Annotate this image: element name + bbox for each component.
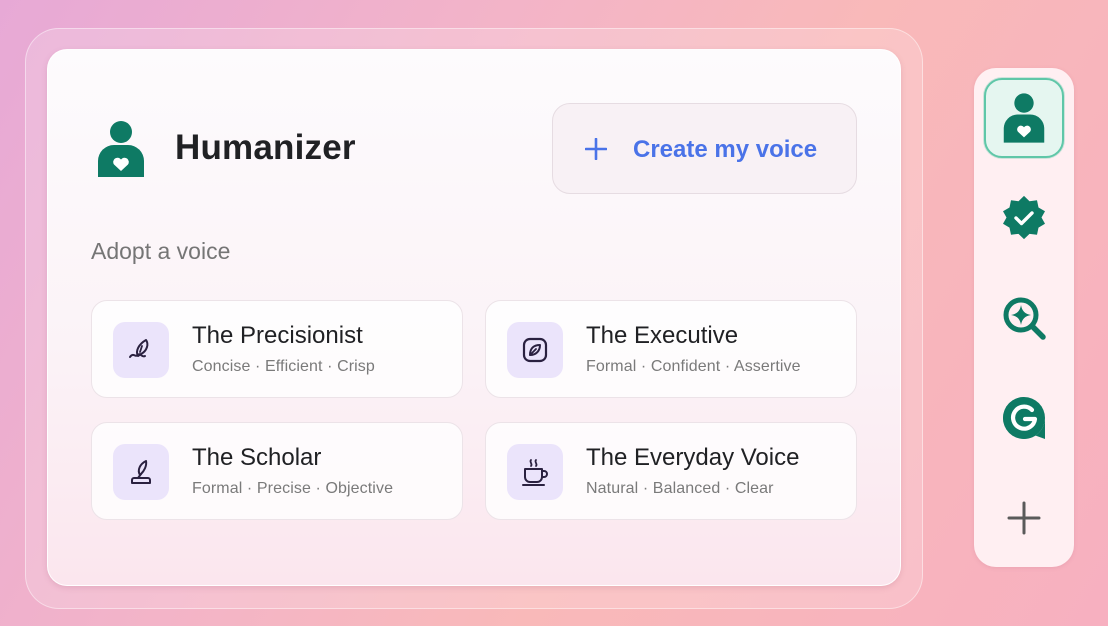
humanizer-logo-icon [98, 121, 144, 177]
voice-traits: Formal · Confident · Assertive [586, 358, 801, 375]
create-my-voice-button[interactable]: Create my voice [552, 103, 857, 194]
app-dock [974, 68, 1074, 567]
plus-icon [585, 138, 607, 160]
ai-search-icon [1003, 297, 1046, 340]
verified-badge-icon [1003, 195, 1045, 240]
voice-traits: Natural · Balanced · Clear [586, 480, 774, 497]
voice-icon-tile [113, 444, 169, 500]
leaf-square-icon [522, 337, 548, 363]
voice-title: The Everyday Voice [586, 444, 800, 471]
voice-icon-tile [507, 444, 563, 500]
dock-humanizer-button[interactable] [984, 78, 1064, 158]
adopt-voice-heading: Adopt a voice [91, 238, 231, 264]
voice-icon-tile [113, 322, 169, 378]
dock-verify-button[interactable] [984, 178, 1064, 258]
voice-traits: Formal · Precise · Objective [192, 480, 394, 497]
dock-ai-search-button[interactable] [984, 278, 1064, 358]
voice-title: The Precisionist [192, 322, 363, 349]
grammarly-icon [1003, 397, 1045, 439]
pen-nib-icon [129, 339, 149, 358]
voice-card-scholar[interactable]: The Scholar Formal · Precise · Objective [91, 422, 463, 520]
voice-title: The Scholar [192, 444, 322, 471]
voice-card-precisionist[interactable]: The Precisionist Concise · Efficient · C… [91, 300, 463, 398]
voice-card-executive[interactable]: The Executive Formal · Confident · Asser… [485, 300, 857, 398]
humanizer-icon [1003, 93, 1045, 143]
add-icon [1007, 501, 1041, 535]
dock-add-button[interactable] [984, 478, 1064, 558]
dock-grammarly-button[interactable] [984, 378, 1064, 458]
coffee-cup-icon [522, 459, 548, 486]
voice-icon-tile [507, 322, 563, 378]
app-title: Humanizer [175, 128, 356, 167]
create-my-voice-label: Create my voice [633, 136, 818, 163]
voice-traits: Concise · Efficient · Crisp [192, 358, 375, 375]
quill-inkpot-icon [131, 460, 151, 484]
voice-title: The Executive [586, 322, 739, 349]
voice-card-everyday[interactable]: The Everyday Voice Natural · Balanced · … [485, 422, 857, 520]
